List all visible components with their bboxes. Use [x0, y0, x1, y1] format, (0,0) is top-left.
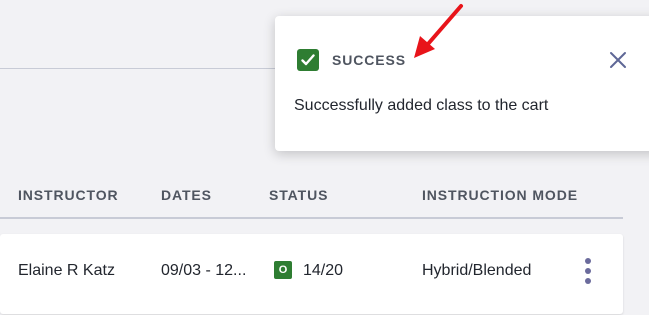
dates-cell: 09/03 - 12...: [161, 262, 247, 279]
instructor-cell: Elaine R Katz: [18, 262, 115, 279]
close-icon[interactable]: [608, 50, 628, 70]
status-cell: 14/20: [303, 262, 344, 279]
instruction-mode-cell: Hybrid/Blended: [422, 262, 532, 279]
toast-message: Successfully added class to the cart: [294, 97, 549, 114]
column-header-dates[interactable]: DATES: [161, 187, 212, 203]
table-row[interactable]: Elaine R Katz 09/03 - 12... O 14/20 Hybr…: [0, 234, 623, 314]
toast-title: SUCCESS: [332, 52, 406, 68]
column-header-instruction-mode[interactable]: INSTRUCTION MODE: [422, 187, 578, 203]
red-arrow-icon: [410, 2, 466, 62]
column-header-status[interactable]: STATUS: [269, 187, 328, 203]
checkmark-icon: [297, 49, 319, 71]
table-header-divider: [0, 217, 623, 219]
kebab-menu-icon[interactable]: [579, 256, 597, 288]
status-badge: O: [274, 261, 292, 279]
column-header-instructor[interactable]: INSTRUCTOR: [18, 187, 119, 203]
